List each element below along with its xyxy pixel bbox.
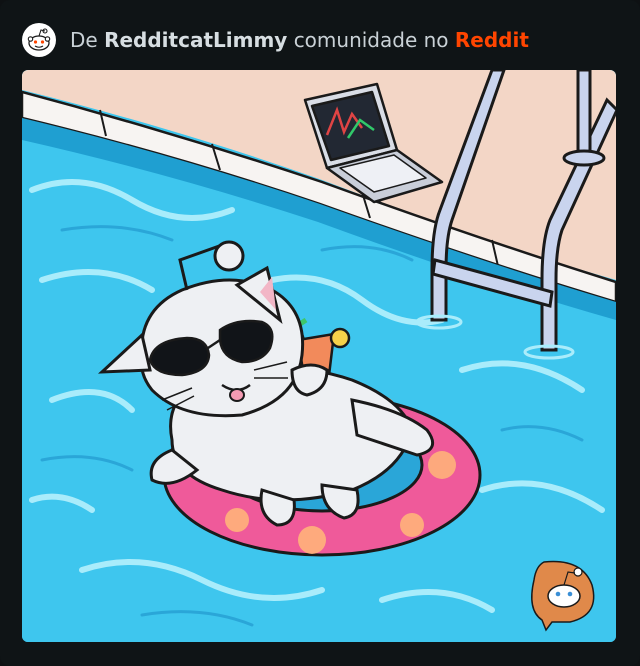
post-image[interactable]: [22, 70, 616, 642]
reddit-snoo-avatar-icon[interactable]: [22, 23, 56, 57]
cat-floating-in-pool-illustration: [22, 70, 616, 642]
community-username-link[interactable]: RedditcatLimmy: [104, 28, 287, 52]
attribution-prefix: De: [70, 28, 98, 52]
attribution-middle: comunidade no: [293, 28, 449, 52]
embed-card: De RedditcatLimmy comunidade no Reddit: [0, 0, 640, 666]
attribution-text: De RedditcatLimmy comunidade no Reddit: [70, 28, 529, 52]
reddit-brand-link[interactable]: Reddit: [455, 28, 529, 52]
post-header: De RedditcatLimmy comunidade no Reddit: [22, 20, 529, 60]
